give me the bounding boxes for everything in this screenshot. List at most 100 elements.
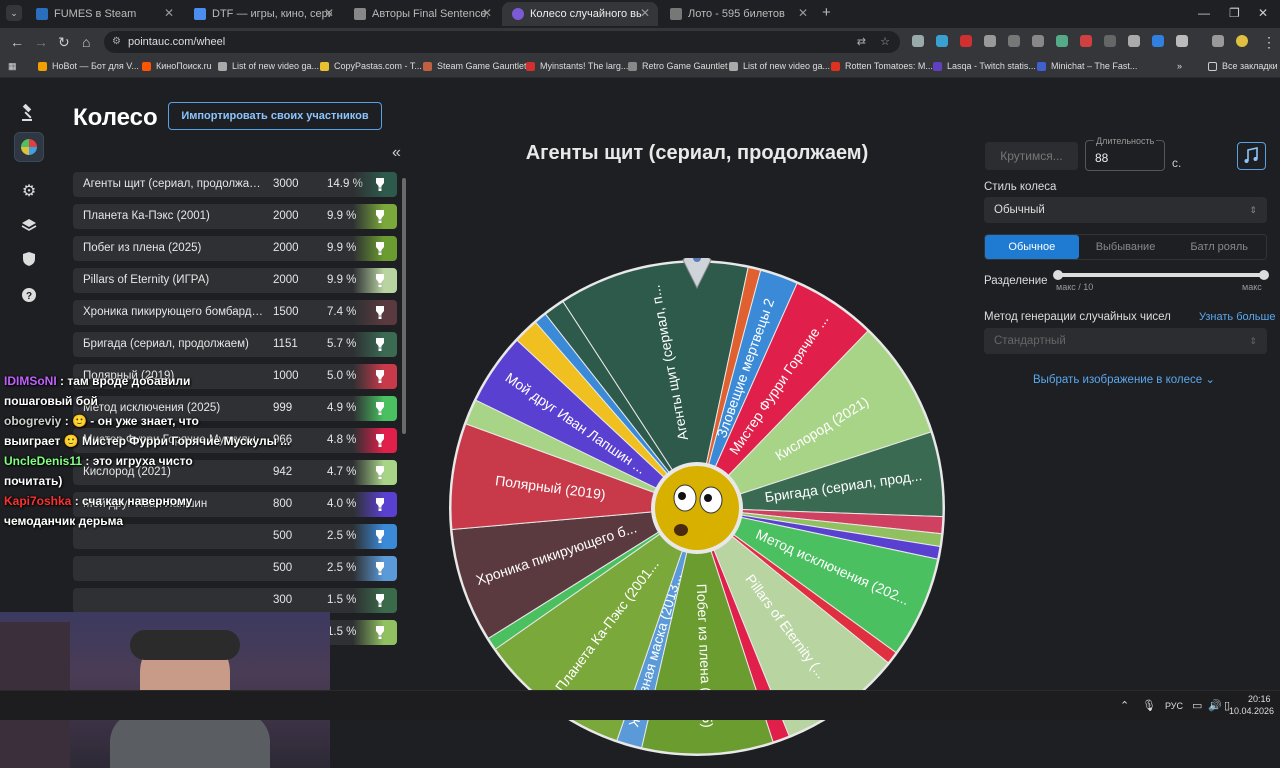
prize-wheel[interactable]: Агенты щит (сериал, п... Зловещие мертвец… xyxy=(447,258,947,758)
url-input[interactable]: ⚙ pointauc.com/wheel ⇄ ☆ xyxy=(104,31,900,53)
choose-image-link[interactable]: Выбрать изображение в колесе ⌄ xyxy=(1033,372,1215,386)
extension-icon[interactable] xyxy=(960,35,972,47)
network-icon[interactable]: ▭ xyxy=(1192,699,1202,712)
extensions-puzzle-icon[interactable] xyxy=(1176,35,1188,47)
bulb-icon[interactable] xyxy=(374,177,386,192)
translate-icon[interactable]: ⇄ xyxy=(857,31,866,53)
tray-chevron-icon[interactable]: ⌃ xyxy=(1120,699,1129,712)
reload-icon[interactable]: ↻ xyxy=(58,34,70,51)
close-icon[interactable]: ✕ xyxy=(482,6,492,20)
participant-row[interactable]: Pillars of Eternity (ИГРА) 2000 9.9 % xyxy=(73,268,397,293)
import-participants-button[interactable]: Импортировать своих участников xyxy=(168,102,382,130)
bookmark-item[interactable]: Minichat – The Fast... xyxy=(1037,61,1137,71)
home-icon[interactable]: ⌂ xyxy=(82,34,90,50)
participant-row[interactable]: 300 1.5 % xyxy=(73,588,397,613)
bulb-icon[interactable] xyxy=(374,529,386,544)
bookmark-item[interactable]: Lasqa - Twitch statis... xyxy=(933,61,1036,71)
rng-more-link[interactable]: Узнать больше xyxy=(1199,311,1275,323)
browser-tab-5[interactable]: Лото - 595 билетов ✕ xyxy=(660,2,816,26)
close-icon[interactable]: ✕ xyxy=(164,6,174,20)
bookmark-star-icon[interactable]: ☆ xyxy=(880,31,890,53)
close-icon[interactable]: ✕ xyxy=(798,6,808,20)
bookmark-item[interactable]: List of new video ga... xyxy=(218,61,319,71)
browser-tab-4[interactable]: Колесо случайного выбора - Р ✕ xyxy=(502,2,658,26)
profile-avatar-icon[interactable] xyxy=(1236,35,1248,47)
microphone-icon[interactable]: 🎙 xyxy=(1142,699,1156,712)
minimize-icon[interactable]: — xyxy=(1198,6,1210,20)
site-info-icon[interactable]: ⚙ xyxy=(112,31,121,53)
extension-icon[interactable] xyxy=(1128,35,1140,47)
spin-button[interactable]: Крутимся... xyxy=(985,142,1078,170)
bookmark-item[interactable]: Steam Game Gauntlet xyxy=(423,61,527,71)
bulb-icon[interactable] xyxy=(374,401,386,416)
slider-handle-max[interactable] xyxy=(1259,270,1269,280)
bulb-icon[interactable] xyxy=(374,305,386,320)
extension-icon[interactable] xyxy=(1104,35,1116,47)
close-icon[interactable]: ✕ xyxy=(324,6,334,20)
close-icon[interactable]: ✕ xyxy=(640,6,650,20)
volume-icon[interactable]: 🔊 xyxy=(1208,699,1222,712)
extension-icon[interactable] xyxy=(984,35,996,47)
restore-icon[interactable]: ❐ xyxy=(1229,6,1240,20)
bulb-icon[interactable] xyxy=(374,497,386,512)
menu-dots-icon[interactable]: ⋮ xyxy=(1262,34,1276,51)
extension-icon[interactable] xyxy=(1032,35,1044,47)
apps-grid-icon[interactable]: ▦ xyxy=(8,61,17,72)
bulb-icon[interactable] xyxy=(374,369,386,384)
bulb-icon[interactable] xyxy=(374,465,386,480)
participant-row[interactable]: Побег из плена (2025) 2000 9.9 % xyxy=(73,236,397,261)
bookmark-item[interactable]: Rotten Tomatoes: M... xyxy=(831,61,933,71)
auction-gavel-icon[interactable] xyxy=(14,98,44,128)
layers-icon[interactable] xyxy=(14,210,44,240)
bulb-icon[interactable] xyxy=(374,209,386,224)
participant-row[interactable]: 500 2.5 % xyxy=(73,556,397,581)
mode-normal-tab[interactable]: Обычное xyxy=(985,235,1079,259)
bulb-icon[interactable] xyxy=(374,625,386,640)
slider-handle-min[interactable] xyxy=(1053,270,1063,280)
more-bookmarks-icon[interactable]: » xyxy=(1177,61,1182,71)
mode-battle-royale-tab[interactable]: Батл рояль xyxy=(1172,235,1266,259)
reading-list-icon[interactable] xyxy=(1212,35,1224,47)
help-icon[interactable]: ? xyxy=(14,280,44,310)
participant-row[interactable]: Бригада (сериал, продолжаем) 1151 5.7 % xyxy=(73,332,397,357)
shield-icon[interactable] xyxy=(14,244,44,274)
extension-icon[interactable] xyxy=(1056,35,1068,47)
music-button[interactable] xyxy=(1237,142,1266,170)
participant-row[interactable]: Хроника пикирующего бомбардировщика 1500 7… xyxy=(73,300,397,325)
participant-row[interactable]: Планета Ка-Пэкс (2001) 2000 9.9 % xyxy=(73,204,397,229)
bulb-icon[interactable] xyxy=(374,561,386,576)
bulb-icon[interactable] xyxy=(374,593,386,608)
bulb-icon[interactable] xyxy=(374,337,386,352)
extension-icon[interactable] xyxy=(1008,35,1020,47)
split-slider[interactable] xyxy=(1053,270,1269,280)
wheel-icon[interactable] xyxy=(14,132,44,162)
bookmark-item[interactable]: Retro Game Gauntlet xyxy=(628,61,728,71)
wheel-style-select[interactable]: Обычный ⇕ xyxy=(984,197,1267,223)
extension-icon[interactable] xyxy=(936,35,948,47)
rng-select[interactable]: Стандартный ⇕ xyxy=(984,328,1267,354)
participant-row[interactable]: Агенты щит (сериал, продолжаем) 3000 14.9 … xyxy=(73,172,397,197)
bookmark-item[interactable]: HoBot — Бот для V... xyxy=(38,61,139,71)
tab-search-icon[interactable]: ⌄ xyxy=(6,5,22,21)
mode-elimination-tab[interactable]: Выбывание xyxy=(1079,235,1173,259)
clock-time[interactable]: 20:16 xyxy=(1248,694,1271,704)
browser-tab-1[interactable]: FUMES в Steam ✕ xyxy=(26,2,182,26)
bulb-icon[interactable] xyxy=(374,433,386,448)
language-indicator[interactable]: РУС xyxy=(1165,701,1183,711)
back-icon[interactable]: ← xyxy=(10,34,24,50)
collapse-panel-icon[interactable]: « xyxy=(392,144,401,162)
forward-icon[interactable]: → xyxy=(34,34,48,50)
browser-tab-2[interactable]: DTF — игры, кино, сериалы, р ✕ xyxy=(184,2,342,26)
bulb-icon[interactable] xyxy=(374,273,386,288)
settings-gear-icon[interactable]: ⚙ xyxy=(14,176,44,206)
extension-icon[interactable] xyxy=(1152,35,1164,47)
list-scrollbar[interactable] xyxy=(402,178,406,434)
bookmark-item[interactable]: CopyPastas.com - T... xyxy=(320,61,422,71)
bookmark-item[interactable]: Myinstants! The larg... xyxy=(526,61,628,71)
bookmark-item[interactable]: List of new video ga... xyxy=(729,61,830,71)
extension-icon[interactable] xyxy=(912,35,924,47)
bulb-icon[interactable] xyxy=(374,241,386,256)
browser-tab-3[interactable]: Авторы Final Sentence, «батл ✕ xyxy=(344,2,500,26)
extension-icon[interactable] xyxy=(1080,35,1092,47)
new-tab-icon[interactable]: + xyxy=(822,4,831,21)
